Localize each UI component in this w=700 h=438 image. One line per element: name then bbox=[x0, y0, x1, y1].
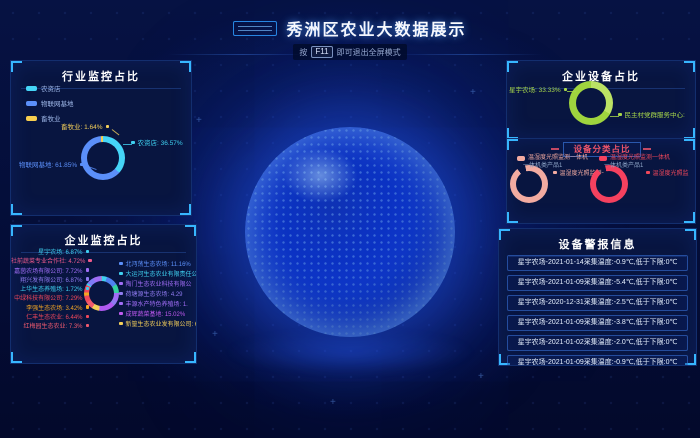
series-label: 北沔荡生态农场: 11.16% bbox=[119, 260, 197, 270]
series-label: 新篁生态农业发有限公司: 6.87 bbox=[119, 320, 197, 330]
category-legend-right: 温湿度光照监测一体机 bbox=[610, 154, 670, 162]
callout-farm: 星宇农场: 33.33% bbox=[509, 87, 565, 95]
corner-bracket bbox=[11, 352, 22, 363]
category-donut-left[interactable] bbox=[510, 165, 548, 203]
panel-device-alarm: 设备警报信息 星宇农场-2021-01-14采集温度:-0.9℃,低于下限:0℃… bbox=[498, 228, 697, 366]
industry-legend: 农资店 物联网基地 畜牧业 bbox=[26, 83, 74, 128]
corner-bracket bbox=[684, 212, 695, 223]
callout-iot: 物联网基地: 61.85% bbox=[19, 162, 83, 170]
legend-item-livestock[interactable]: 畜牧业 bbox=[26, 113, 74, 123]
legend-swatch bbox=[26, 86, 37, 91]
title-arrow-right bbox=[643, 148, 651, 150]
series-label: 社前蔬菜专业合作社: 4.72% bbox=[11, 258, 89, 267]
fullscreen-hint: 按 F11 即可退出全屏模式 bbox=[0, 44, 700, 60]
device-donut-chart[interactable] bbox=[569, 81, 613, 125]
corner-bracket bbox=[685, 229, 696, 240]
corner-bracket bbox=[11, 204, 22, 215]
series-label: 中绿科技有限公司: 7.29% bbox=[11, 295, 89, 304]
industry-donut-chart[interactable] bbox=[81, 136, 125, 180]
corner-bracket bbox=[684, 61, 695, 72]
corner-bracket bbox=[185, 352, 196, 363]
category-sub-left: 一体机类产品1 bbox=[523, 162, 562, 170]
series-label: 翔兴发有限公司: 6.87% bbox=[11, 277, 89, 286]
legend-item-iot[interactable]: 物联网基地 bbox=[26, 98, 74, 108]
leader-line bbox=[610, 116, 619, 117]
alarm-row: 星宇农场-2021-01-02采集温度:-2.0℃,低于下限:0℃ bbox=[507, 335, 688, 351]
plus-decoration: + bbox=[470, 88, 476, 98]
legend-item-store[interactable]: 农资店 bbox=[26, 83, 74, 93]
title-arrow-left bbox=[551, 148, 559, 150]
corner-bracket bbox=[499, 229, 510, 240]
legend-swatch bbox=[26, 101, 37, 106]
corner-bracket bbox=[507, 139, 518, 150]
category-sub-right: 一体机类产品1 bbox=[604, 162, 643, 170]
panel-enterprise-monitor: 企业监控占比 星宇农场: 6.87% 社前蔬菜专业合作社: 4.72% 嘉茵农场… bbox=[10, 224, 197, 364]
legend-swatch bbox=[26, 116, 37, 121]
category-donut-right[interactable] bbox=[590, 165, 628, 203]
corner-bracket bbox=[180, 204, 191, 215]
panel-title-alarm: 设备警报信息 bbox=[509, 229, 686, 257]
legend-swatch bbox=[599, 156, 607, 161]
callout-store: 农资店: 36.57% bbox=[131, 140, 183, 148]
hint-suffix: 即可退出全屏模式 bbox=[337, 47, 401, 58]
panel-device-category: 设备分类占比 温湿度光照监测一体机 一体机类产品1 温湿度光照监测一 温湿度光照… bbox=[506, 138, 696, 224]
corner-bracket bbox=[507, 212, 518, 223]
corner-bracket bbox=[11, 225, 22, 236]
plus-decoration: + bbox=[330, 398, 336, 408]
leader-line bbox=[112, 129, 120, 135]
callout-service-center: 民主村党群服务中心: bbox=[618, 112, 692, 120]
series-label: 上华生态养殖场: 1.72% bbox=[11, 286, 89, 295]
dashboard: + + + + + 秀洲区农业大数据展示 按 F11 即可退出全屏模式 行业监控… bbox=[0, 0, 700, 438]
alarm-row: 星宇农场-2021-01-09采集温度:-3.8℃,低于下限:0℃ bbox=[507, 315, 688, 331]
legend-label: 畜牧业 bbox=[41, 113, 61, 123]
hint-prefix: 按 bbox=[299, 47, 307, 58]
legend-label: 物联网基地 bbox=[41, 98, 74, 108]
header: 秀洲区农业大数据展示 bbox=[0, 16, 700, 40]
corner-bracket bbox=[185, 225, 196, 236]
series-label: 仁丰生态农业: 6.44% bbox=[11, 314, 89, 323]
leader-line bbox=[123, 144, 132, 145]
corner-bracket bbox=[11, 61, 22, 72]
brand-logo bbox=[233, 21, 277, 36]
globe-visualization bbox=[245, 127, 455, 337]
alarm-row: 星宇农场-2020-12-31采集温度:-2.5℃,低于下限:0℃ bbox=[507, 295, 688, 311]
series-label: 成辉蔬菜基地: 15.02% bbox=[119, 310, 197, 320]
f11-key: F11 bbox=[311, 46, 332, 58]
panel-industry-monitor: 行业监控占比 农资店 物联网基地 畜牧业 畜牧业: 1.64% 农资店: 36.… bbox=[10, 60, 192, 216]
series-label: 红梅园生态农业: 7.3% bbox=[11, 323, 89, 332]
series-label: 荷塘源生态农场: 4.29 bbox=[119, 290, 197, 300]
plus-decoration: + bbox=[478, 372, 484, 382]
corner-bracket bbox=[180, 61, 191, 72]
plus-decoration: + bbox=[212, 330, 218, 340]
category-callout-right: 温湿度光照监 bbox=[646, 170, 689, 178]
alarm-row: 星宇农场-2021-01-14采集温度:-0.9℃,低于下限:0℃ bbox=[507, 255, 688, 271]
callout-livestock: 畜牧业: 1.64% bbox=[33, 124, 109, 132]
series-label: 丰源水产特色养殖场: 1. bbox=[119, 300, 197, 310]
legend-label: 农资店 bbox=[41, 83, 61, 93]
alarm-row: 星宇农场-2021-01-09采集温度:-5.4℃,低于下限:0℃ bbox=[507, 275, 688, 291]
fullscreen-hint-pill: 按 F11 即可退出全屏模式 bbox=[293, 44, 406, 60]
series-label: 李强生态农场: 3.42% bbox=[11, 305, 89, 314]
enterprise-labels-right: 北沔荡生态农场: 11.16% 大运河生态农业有限责任公 陶门生态农业科技有限公… bbox=[119, 260, 197, 330]
enterprise-donut-chart[interactable] bbox=[84, 276, 119, 311]
plus-decoration: + bbox=[196, 116, 202, 126]
corner-bracket bbox=[684, 139, 695, 150]
page-title: 秀洲区农业大数据展示 bbox=[286, 16, 466, 40]
legend-swatch bbox=[517, 156, 525, 161]
panel-enterprise-device: 企业设备占比 星宇农场: 33.33% 民主村党群服务中心: bbox=[506, 60, 696, 140]
corner-bracket bbox=[507, 61, 518, 72]
leader-line bbox=[567, 91, 576, 92]
category-legend-left: 温湿度光照监测一体机 bbox=[528, 154, 588, 162]
series-label: 嘉茵农场有限公司: 7.72% bbox=[11, 268, 89, 277]
alarm-row: 星宇农场-2021-01-09采集温度:-0.9℃,低于下限:0℃ bbox=[507, 355, 688, 366]
series-label: 星宇农场: 6.87% bbox=[11, 249, 89, 258]
enterprise-labels-left: 星宇农场: 6.87% 社前蔬菜专业合作社: 4.72% 嘉茵农场有限公司: 7… bbox=[11, 249, 89, 333]
series-label: 大运河生态农业有限责任公 bbox=[119, 270, 197, 280]
series-label: 陶门生态农业科技有限公 bbox=[119, 280, 197, 290]
alarm-list: 星宇农场-2021-01-14采集温度:-0.9℃,低于下限:0℃ 星宇农场-2… bbox=[507, 255, 688, 366]
